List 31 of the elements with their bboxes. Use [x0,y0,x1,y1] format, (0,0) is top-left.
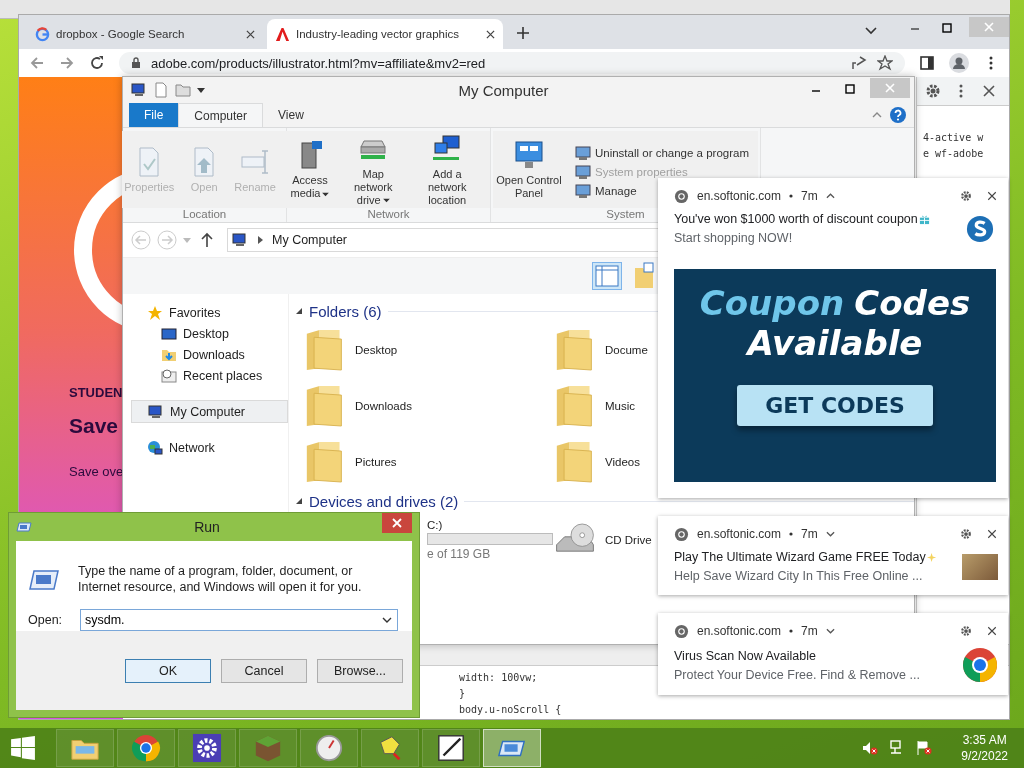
notification-title: Play The Ultimate Wizard Game FREE Today [674,550,926,564]
notification-source: en.softonic.com [697,189,782,203]
ribbon-group-label: Network [367,208,410,220]
banner-text: Codes [854,283,971,323]
window-title: Run [193,519,221,535]
code-line: } [459,687,466,701]
notification-body: Protect Your Device Free. Find & Remove ... [674,667,921,682]
ribbon-group-label: System [606,208,645,220]
notification-source: en.softonic.com [697,624,782,638]
window-title: My Computer [457,81,550,99]
notification-time: 7m [801,624,818,638]
notification-source: en.softonic.com [697,527,782,541]
code-line: e wf-adobe [923,147,984,161]
page-text: Save ove [69,464,123,479]
page-eyebrow: STUDEN [69,385,123,400]
notification-title: You've won $1000 worth of discount coupon [674,212,918,226]
notification-title: Virus Scan Now Available [674,648,816,663]
open-label: Open: [28,613,64,627]
ribbon-group-label: Location [182,208,227,220]
banner-text: Available [747,323,923,363]
code-line: body.u-noScroll { [459,703,562,717]
notification-time: 7m [801,189,818,203]
code-line: width: 100vw; [459,671,538,685]
notification-time: 7m [801,527,818,541]
banner-text: Coupon [699,283,845,323]
notification-body: Start shopping NOW! [674,231,794,245]
drive-detail: e of 119 GB [427,547,492,561]
notification-body: Help Save Wizard City In This Free Online ... [674,569,924,583]
code-line: 4-active w [923,131,984,145]
run-description: Type the name of a program, folder, document, or Internet resource, and Windows will open it for you. [78,563,363,595]
page-heading: Save [69,414,120,438]
